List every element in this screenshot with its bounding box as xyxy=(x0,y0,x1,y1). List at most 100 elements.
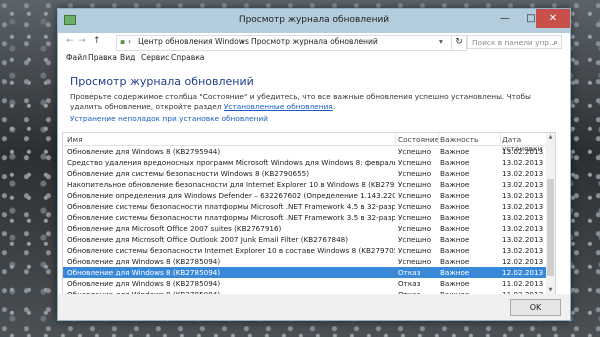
table-row[interactable]: Обновление системы безопасности Internet… xyxy=(63,245,548,256)
installed-updates-link[interactable]: Установленные обновления xyxy=(224,102,333,111)
close-button[interactable]: ✕ xyxy=(536,9,570,28)
chevron-down-icon[interactable]: ▾ xyxy=(439,37,443,46)
update-name-cell: Обновление для Windows 8 (KB2785094) xyxy=(67,257,221,266)
update-status-cell: Успешно xyxy=(398,191,432,200)
update-history-window: Просмотр журнала обновлений — □ ✕ ← → ↑ … xyxy=(57,8,571,321)
back-arrow-icon[interactable]: ← xyxy=(66,36,74,46)
menu-bar: Файл Правка Вид Сервис Справка xyxy=(58,52,570,65)
update-importance-cell: Важное xyxy=(440,235,470,244)
table-row[interactable]: Средство удаления вредоносных программ M… xyxy=(63,157,548,168)
update-importance-cell: Важное xyxy=(440,169,470,178)
refresh-icon[interactable]: ↻ xyxy=(451,35,467,51)
scroll-up-arrow-icon[interactable]: ▲ xyxy=(546,133,555,142)
table-row[interactable]: Обновление для Windows 8 (KB2785094) Отка… xyxy=(63,278,548,289)
update-importance-cell: Важное xyxy=(440,202,470,211)
update-status-cell: Успешно xyxy=(398,169,432,178)
update-importance-cell: Важное xyxy=(440,147,470,156)
table-row[interactable]: Обновление для системы безопасности Wind… xyxy=(63,168,548,179)
update-status-cell: Успешно xyxy=(398,180,432,189)
table-row[interactable]: Обновление определения для Windows Defen… xyxy=(63,190,548,201)
table-row[interactable]: Обновление для Windows 8 (KB2795944) Успе… xyxy=(63,146,548,157)
menu-file[interactable]: Файл xyxy=(66,53,87,62)
ok-button[interactable]: OK xyxy=(510,299,561,316)
search-icon[interactable]: ⌕ xyxy=(553,36,558,50)
up-arrow-icon[interactable]: ↑ xyxy=(93,36,101,46)
update-name-cell: Обновление системы безопасности платформ… xyxy=(67,202,395,211)
breadcrumb-separator: › xyxy=(128,37,132,46)
column-divider[interactable] xyxy=(500,133,501,145)
update-status-cell: Успешно xyxy=(398,202,432,211)
update-date-cell: 13.02.2013 xyxy=(502,235,544,244)
table-row[interactable]: Обновление системы безопасности платформ… xyxy=(63,201,548,212)
update-name-cell: Обновление определения для Windows Defen… xyxy=(67,191,395,200)
table-row[interactable]: Обновление для Microsoft Office Outlook … xyxy=(63,234,548,245)
search-input[interactable]: Поиск в панели упр... ⌕ xyxy=(467,35,562,49)
update-name-cell: Обновление для Windows 8 (KB2785094) xyxy=(67,279,221,288)
address-box[interactable]: ▪ › Центр обновления Windows › Просмотр … xyxy=(116,35,452,51)
breadcrumb-separator: › xyxy=(241,37,245,46)
update-status-cell: Успешно xyxy=(398,246,432,255)
title-bar[interactable]: Просмотр журнала обновлений — □ ✕ xyxy=(58,9,570,33)
table-row[interactable]: Обновление системы безопасности платформ… xyxy=(63,212,548,223)
menu-edit[interactable]: Правка xyxy=(88,53,117,62)
update-date-cell: 13.02.2013 xyxy=(502,202,544,211)
update-importance-cell: Важное xyxy=(440,279,470,288)
update-date-cell: 13.02.2013 xyxy=(502,224,544,233)
update-importance-cell: Важное xyxy=(440,224,470,233)
update-date-cell: 13.02.2013 xyxy=(502,158,544,167)
update-importance-cell: Важное xyxy=(440,191,470,200)
update-importance-cell: Важное xyxy=(440,268,470,277)
troubleshoot-link[interactable]: Устранение неполадок при установке обнов… xyxy=(70,114,268,123)
update-importance-cell: Важное xyxy=(440,257,470,266)
menu-help[interactable]: Справка xyxy=(171,53,204,62)
address-bar-row: ← → ↑ ▪ › Центр обновления Windows › Про… xyxy=(58,33,570,52)
description-text: Проверьте содержимое столбца "Состояние"… xyxy=(70,92,550,112)
dialog-footer: OK xyxy=(58,294,570,320)
search-placeholder: Поиск в панели упр... xyxy=(472,38,557,47)
update-name-cell: Обновление для Microsoft Office Outlook … xyxy=(67,235,349,244)
scrollbar-thumb[interactable] xyxy=(547,179,554,276)
update-date-cell: 13.02.2013 xyxy=(502,169,544,178)
update-status-cell: Успешно xyxy=(398,147,432,156)
update-name-cell: Обновление для Windows 8 (KB2795944) xyxy=(67,147,221,156)
update-name-cell: Обновление системы безопасности Internet… xyxy=(67,246,395,255)
update-date-cell: 13.02.2013 xyxy=(502,147,544,156)
update-date-cell: 13.02.2013 xyxy=(502,246,544,255)
column-name[interactable]: Имя xyxy=(67,135,83,144)
update-name-cell: Накопительное обновление безопасности дл… xyxy=(67,180,395,189)
table-row[interactable]: Обновление для Microsoft Office 2007 sui… xyxy=(63,223,548,234)
column-divider[interactable] xyxy=(438,133,439,145)
update-importance-cell: Важное xyxy=(440,180,470,189)
update-status-cell: Успешно xyxy=(398,224,432,233)
update-name-cell: Обновление для системы безопасности Wind… xyxy=(67,169,310,178)
table-row[interactable]: Накопительное обновление безопасности дл… xyxy=(63,179,548,190)
update-status-cell: Успешно xyxy=(398,235,432,244)
menu-view[interactable]: Вид xyxy=(120,53,135,62)
table-row[interactable]: Обновление для Windows 8 (KB2785094) Отка… xyxy=(63,267,548,278)
table-header: Имя Состояние Важность Дата установки xyxy=(63,133,549,153)
column-divider[interactable] xyxy=(395,133,396,145)
update-date-cell: 13.02.2013 xyxy=(502,180,544,189)
breadcrumb-update-history[interactable]: Просмотр журнала обновлений xyxy=(251,37,378,46)
folder-icon: ▪ xyxy=(120,37,126,46)
update-name-cell: Обновление для Microsoft Office 2007 sui… xyxy=(67,224,282,233)
update-importance-cell: Важное xyxy=(440,246,470,255)
breadcrumb-windows-update[interactable]: Центр обновления Windows xyxy=(138,37,249,46)
update-status-cell: Отказ xyxy=(398,279,421,288)
update-status-cell: Отказ xyxy=(398,268,421,277)
vertical-scrollbar[interactable]: ▲ ▼ xyxy=(546,133,555,295)
forward-arrow-icon[interactable]: → xyxy=(78,36,86,46)
description-end: . xyxy=(332,102,336,111)
page-title: Просмотр журнала обновлений xyxy=(70,75,254,88)
minimize-button[interactable]: — xyxy=(492,9,518,28)
update-importance-cell: Важное xyxy=(440,213,470,222)
update-status-cell: Успешно xyxy=(398,257,432,266)
update-date-cell: 12.02.2013 xyxy=(502,257,544,266)
table-row[interactable]: Обновление для Windows 8 (KB2785094) Успе… xyxy=(63,256,548,267)
column-status[interactable]: Состояние xyxy=(398,135,439,144)
menu-tools[interactable]: Сервис xyxy=(141,53,169,62)
update-name-cell: Обновление системы безопасности платформ… xyxy=(67,213,395,222)
column-importance[interactable]: Важность xyxy=(440,135,478,144)
update-name-cell: Обновление для Windows 8 (KB2785094) xyxy=(67,268,221,277)
update-importance-cell: Важное xyxy=(440,158,470,167)
